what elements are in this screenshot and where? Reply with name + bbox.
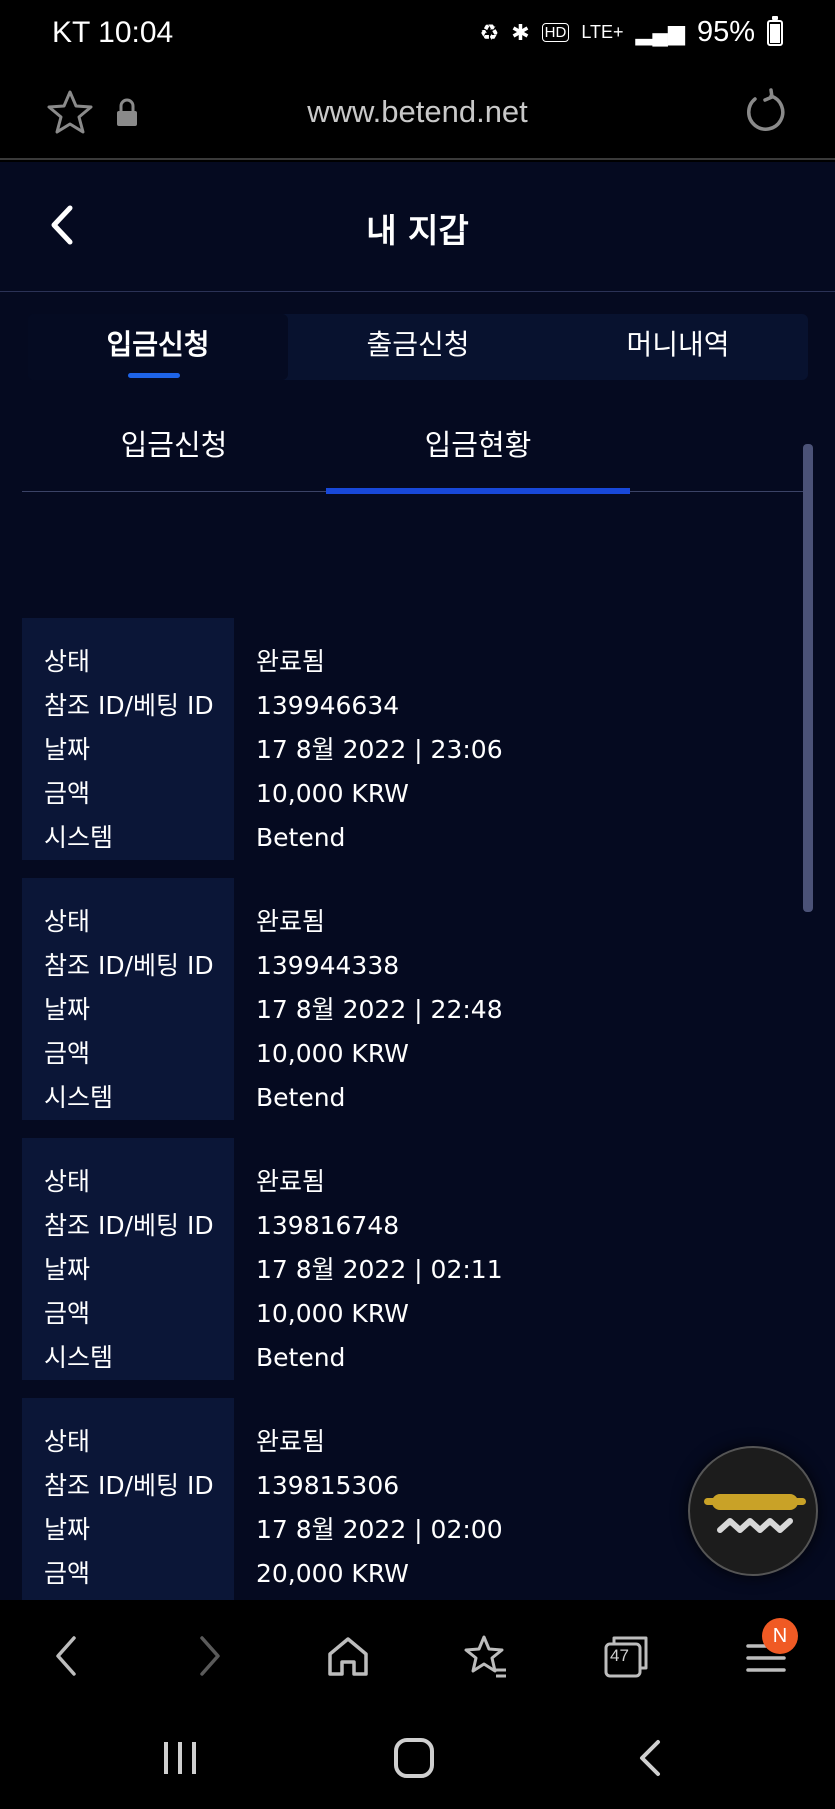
ref-id-value: 139815306 <box>256 1471 400 1500</box>
carrier-time: KT 10:04 <box>52 16 174 49</box>
status-value: 완료됨 <box>256 1427 326 1456</box>
active-tab-indicator <box>128 373 180 378</box>
system-label: 시스템 <box>44 1083 114 1112</box>
status-icons: ♻ ✱ HD LTE+ ▂▄▆ 95% <box>479 15 783 49</box>
amount-value: 10,000 KRW <box>256 779 409 808</box>
system-value: Betend <box>256 1083 346 1112</box>
amount-value: 20,000 KRW <box>256 1559 409 1588</box>
tab-label: 머니내역 <box>626 328 730 361</box>
sub-tabs: 입금신청 입금현황 <box>22 402 812 494</box>
status-value: 완료됨 <box>256 907 326 936</box>
system-back-icon[interactable] <box>630 1736 670 1780</box>
date-label: 날짜 <box>44 735 91 764</box>
status-label: 상태 <box>44 1167 91 1196</box>
battery-percent: 95% <box>696 16 755 48</box>
home-icon[interactable] <box>324 1632 372 1680</box>
wallet-page: 내 지갑 입금신청 출금신청 머니내역 입금신청 입금현황 상태 완료됨 참조 I… <box>0 162 835 1600</box>
browser-back-icon[interactable] <box>44 1632 92 1680</box>
chat-support-icon <box>704 1494 806 1533</box>
chat-support-button[interactable] <box>688 1446 818 1576</box>
ref-id-label: 참조 ID/베팅 ID <box>44 951 214 980</box>
date-value: 17 8월 2022 | 22:48 <box>256 995 503 1024</box>
amount-label: 금액 <box>44 1299 91 1328</box>
tab-money-history[interactable]: 머니내역 <box>548 314 808 380</box>
ref-id-value: 139946634 <box>256 691 400 720</box>
status-value: 완료됨 <box>256 647 326 676</box>
record-card: 상태 완료됨 참조 ID/베팅 ID 139944338 날짜 17 8월 2022 … <box>22 878 812 1120</box>
system-value: Betend <box>256 823 346 852</box>
url-bar: www.betend.net <box>0 74 835 160</box>
browser-forward-icon[interactable] <box>184 1632 232 1680</box>
tab-count: 47 <box>610 1646 629 1665</box>
hd-icon: HD <box>541 23 570 42</box>
tab-label: 입금신청 <box>106 328 210 361</box>
page-header: 내 지갑 <box>0 162 835 292</box>
system-label: 시스템 <box>44 1343 114 1372</box>
amount-label: 금액 <box>44 779 91 808</box>
date-value: 17 8월 2022 | 23:06 <box>256 735 503 764</box>
record-card: 상태 완료됨 참조 ID/베팅 ID 139816748 날짜 17 8월 2022 … <box>22 1138 812 1380</box>
subtab-deposit-request[interactable]: 입금신청 <box>22 402 326 492</box>
ref-id-label: 참조 ID/베팅 ID <box>44 1211 214 1240</box>
recent-apps-icon[interactable] <box>160 1736 200 1780</box>
system-navigation-bar <box>0 1706 835 1809</box>
tab-withdraw-request[interactable]: 출금신청 <box>288 314 548 380</box>
status-label: 상태 <box>44 647 91 676</box>
record-card: 상태 완료됨 참조 ID/베팅 ID 139946634 날짜 17 8월 2022 … <box>22 618 812 860</box>
status-label: 상태 <box>44 1427 91 1456</box>
status-label: 상태 <box>44 907 91 936</box>
system-value: Betend <box>256 1343 346 1372</box>
date-label: 날짜 <box>44 1255 91 1284</box>
amount-value: 10,000 KRW <box>256 1039 409 1068</box>
browser-toolbar: 47 N <box>0 1600 835 1706</box>
notification-badge: N <box>762 1618 798 1654</box>
date-label: 날짜 <box>44 1515 91 1544</box>
status-value: 완료됨 <box>256 1167 326 1196</box>
url-text[interactable]: www.betend.net <box>0 94 835 130</box>
ref-id-label: 참조 ID/베팅 ID <box>44 691 214 720</box>
status-bar: KT 10:04 ♻ ✱ HD LTE+ ▂▄▆ 95% <box>0 0 835 74</box>
main-tabs: 입금신청 출금신청 머니내역 <box>28 314 808 380</box>
amount-value: 10,000 KRW <box>256 1299 409 1328</box>
recycle-icon: ♻ <box>479 19 500 45</box>
tab-deposit-request[interactable]: 입금신청 <box>28 314 288 380</box>
date-value: 17 8월 2022 | 02:11 <box>256 1255 503 1284</box>
date-value: 17 8월 2022 | 02:00 <box>256 1515 503 1544</box>
reload-icon[interactable] <box>741 88 789 136</box>
amount-label: 금액 <box>44 1039 91 1068</box>
system-label: 시스템 <box>44 823 114 852</box>
ref-id-value: 139944338 <box>256 951 400 980</box>
bluetooth-icon: ✱ <box>511 19 530 45</box>
home-nav-icon[interactable] <box>392 1736 436 1780</box>
bookmarks-icon[interactable] <box>462 1632 510 1680</box>
amount-label: 금액 <box>44 1559 91 1588</box>
page-title: 내 지갑 <box>366 211 469 250</box>
network-type: LTE+ <box>581 22 624 42</box>
battery-icon <box>767 15 783 46</box>
ref-id-label: 참조 ID/베팅 ID <box>44 1471 214 1500</box>
subtab-deposit-status[interactable]: 입금현황 <box>326 402 630 494</box>
ref-id-value: 139816748 <box>256 1211 400 1240</box>
date-label: 날짜 <box>44 995 91 1024</box>
signal-icon: ▂▄▆ <box>635 19 685 45</box>
tabs-button[interactable]: 47 <box>602 1632 650 1680</box>
tab-label: 출금신청 <box>366 328 470 361</box>
